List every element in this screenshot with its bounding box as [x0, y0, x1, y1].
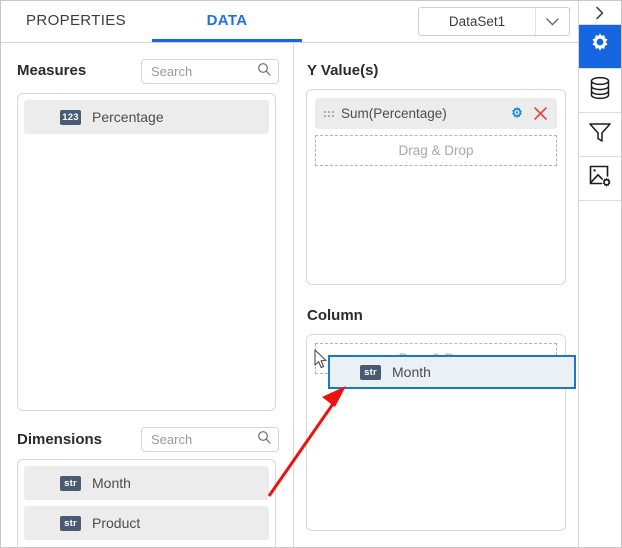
tab-data[interactable]: DATA: [152, 1, 302, 43]
gear-icon: [588, 32, 612, 61]
drag-ghost-month[interactable]: str Month: [328, 355, 576, 389]
y-values-title: Y Value(s): [307, 62, 378, 79]
chevron-down-icon[interactable]: [535, 8, 569, 35]
measure-field-percentage[interactable]: 123 Percentage: [24, 100, 269, 134]
tab-active-indicator: [152, 39, 302, 42]
dimensions-list[interactable]: str Month str Product: [17, 459, 276, 548]
drag-ghost-label: Month: [392, 364, 431, 380]
measures-search-input[interactable]: [149, 63, 257, 80]
y-values-drop-placeholder-label: Drag & Drop: [398, 143, 473, 158]
measures-title: Measures: [17, 62, 86, 79]
y-values-drop-placeholder[interactable]: Drag & Drop: [315, 135, 557, 166]
rail-item-filter[interactable]: [579, 113, 621, 157]
panel-divider: [293, 43, 294, 548]
gear-icon[interactable]: [509, 106, 525, 122]
right-icon-rail: [578, 1, 621, 547]
drag-handle-icon[interactable]: [324, 111, 334, 117]
search-icon[interactable]: [257, 430, 271, 449]
dimensions-search-input[interactable]: [149, 431, 257, 448]
column-title: Column: [307, 307, 363, 324]
tab-properties[interactable]: PROPERTIES: [1, 1, 151, 43]
dimensions-search[interactable]: [141, 427, 279, 452]
rail-item-gear[interactable]: [579, 25, 621, 69]
number-type-badge: 123: [60, 110, 81, 125]
dimension-field-month[interactable]: str Month: [24, 466, 269, 500]
measures-search[interactable]: [141, 59, 279, 84]
filter-icon: [588, 120, 612, 149]
dataset-selected-value: DataSet1: [419, 14, 535, 29]
rail-item-database[interactable]: [579, 69, 621, 113]
database-icon: [589, 76, 611, 105]
mouse-pointer-icon: [314, 349, 330, 376]
dimensions-title: Dimensions: [17, 431, 102, 448]
rail-item-image-settings[interactable]: [579, 157, 621, 201]
string-type-badge: str: [360, 365, 381, 380]
search-icon[interactable]: [257, 62, 271, 81]
string-type-badge: str: [60, 476, 81, 491]
image-settings-icon: [588, 164, 612, 193]
dimension-field-label: Product: [92, 515, 140, 531]
tab-data-label: DATA: [207, 12, 248, 29]
string-type-badge: str: [60, 516, 81, 531]
tab-properties-label: PROPERTIES: [26, 12, 126, 29]
measure-field-label: Percentage: [92, 109, 164, 125]
dimension-field-label: Month: [92, 475, 131, 491]
y-values-dropzone[interactable]: Sum(Percentage) Drag & Drop: [306, 89, 566, 285]
close-icon[interactable]: [533, 106, 548, 121]
dataset-select[interactable]: DataSet1: [418, 7, 570, 36]
data-binding-panel: PROPERTIES DATA DataSet1 Measures 123: [0, 0, 622, 548]
expand-panel-button[interactable]: [579, 1, 621, 25]
y-value-chip-label: Sum(Percentage): [341, 106, 501, 121]
measures-list[interactable]: 123 Percentage: [17, 93, 276, 411]
dimension-field-product[interactable]: str Product: [24, 506, 269, 540]
y-value-chip-sum-percentage[interactable]: Sum(Percentage): [315, 98, 557, 129]
